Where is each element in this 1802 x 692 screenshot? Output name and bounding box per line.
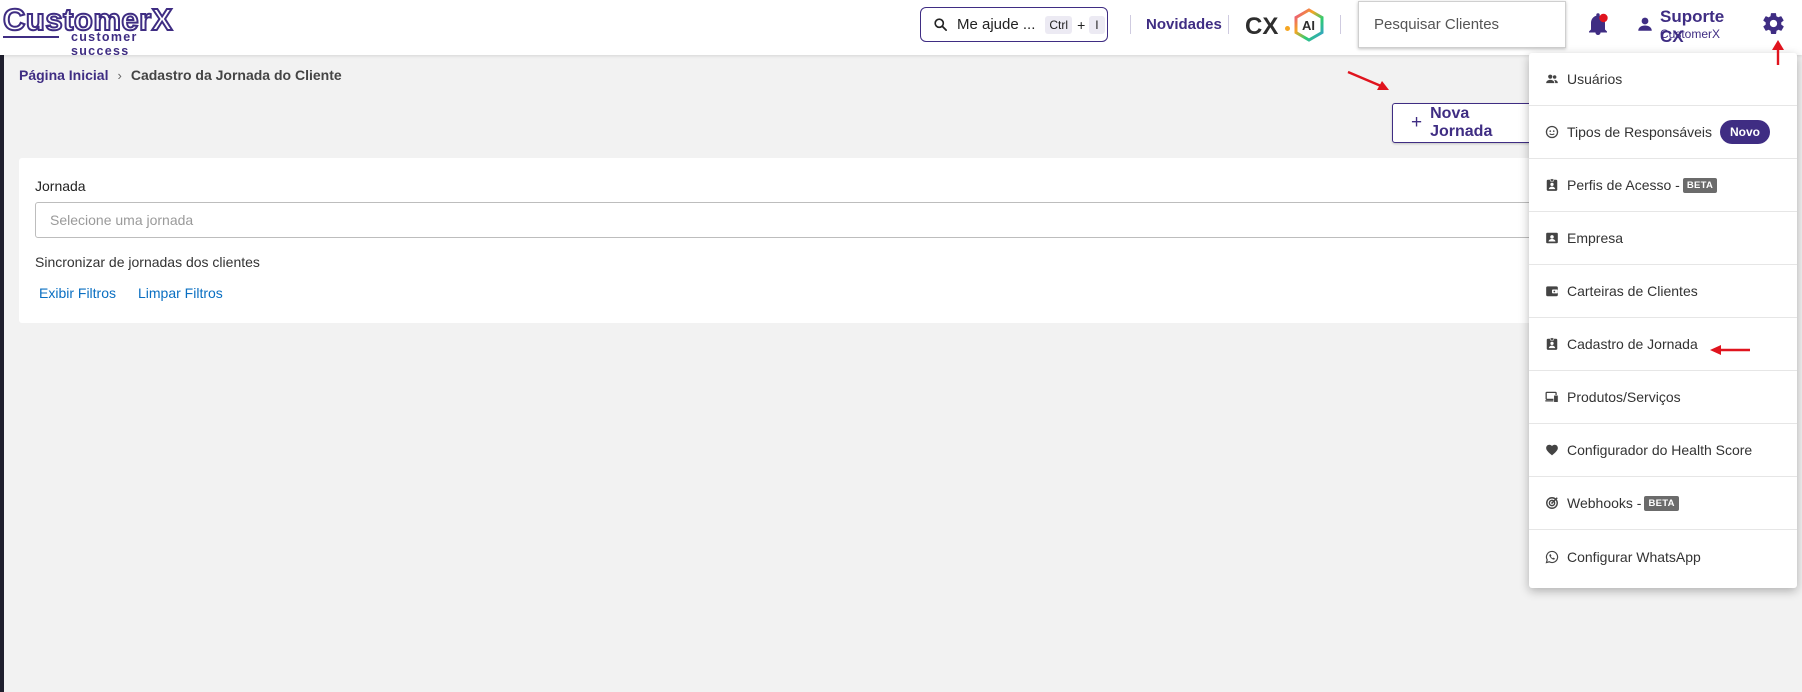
novidades-link[interactable]: Novidades (1146, 16, 1222, 33)
left-edge-rail (0, 55, 4, 692)
menu-item-health-score[interactable]: Configurador do Health Score (1529, 424, 1797, 477)
shortcut-ctrl: Ctrl (1045, 15, 1073, 34)
plus-icon: + (1411, 112, 1423, 133)
wallet-icon (1545, 284, 1559, 298)
menu-item-label: Configurar WhatsApp (1567, 548, 1701, 565)
cx-text: CX (1245, 13, 1279, 40)
user-menu[interactable]: Suporte CX CustomerX (1634, 7, 1744, 46)
menu-item-label: Tipos de Responsáveis (1567, 124, 1713, 140)
beta-badge: BETA (1644, 495, 1679, 511)
menu-item-label: Webhooks - (1567, 495, 1642, 511)
search-icon (934, 18, 947, 31)
jornada-filter-card: Jornada Selecione uma jornada Sincroniza… (19, 158, 1545, 323)
breadcrumb: Página Inicial › Cadastro da Jornada do … (19, 67, 342, 83)
id-card-icon (1545, 231, 1559, 245)
jornada-select[interactable]: Selecione uma jornada (35, 202, 1545, 238)
menu-item-label: Cadastro de Jornada (1567, 336, 1698, 352)
users-icon (1545, 72, 1559, 86)
menu-item-whatsapp[interactable]: Configurar WhatsApp (1529, 530, 1797, 583)
menu-item-perfis-acesso[interactable]: Perfis de Acesso - BETA (1529, 159, 1797, 212)
whatsapp-icon (1545, 550, 1559, 564)
annotation-arrow-icon (1347, 70, 1389, 90)
menu-item-tipos-responsaveis[interactable]: Tipos de Responsáveis Novo (1529, 106, 1797, 159)
menu-item-label: Perfis de Acesso - (1567, 177, 1680, 193)
logo-underline (3, 36, 59, 38)
top-header: CustomerX customer success Me ajude ... … (0, 0, 1802, 58)
nova-jornada-label: Nova Jornada (1430, 105, 1493, 140)
menu-item-label: Configurador do Health Score (1567, 442, 1753, 458)
help-label: Me ajude ... (957, 16, 1036, 33)
settings-button[interactable] (1761, 11, 1786, 36)
cx-dot (1285, 26, 1290, 31)
breadcrumb-current: Cadastro da Jornada do Cliente (130, 67, 342, 83)
devices-icon (1545, 390, 1559, 404)
bell-icon (1589, 13, 1608, 35)
annotation-arrow-icon (1710, 345, 1750, 355)
gear-icon (1763, 13, 1784, 34)
help-search-button[interactable]: Me ajude ... Ctrl + I (920, 7, 1108, 42)
search-clients-input[interactable]: Pesquisar Clientes (1358, 1, 1566, 48)
face-icon (1545, 125, 1559, 139)
header-divider (1130, 15, 1131, 34)
header-divider (1228, 15, 1229, 34)
new-badge: Novo (1720, 120, 1771, 144)
beta-badge: BETA (1682, 177, 1718, 193)
menu-item-label: Produtos/Serviços (1567, 389, 1681, 405)
menu-item-carteiras-clientes[interactable]: Carteiras de Clientes (1529, 265, 1797, 318)
clear-filters-link[interactable]: Limpar Filtros (138, 285, 223, 301)
menu-item-empresa[interactable]: Empresa (1529, 212, 1797, 265)
menu-item-cadastro-jornada[interactable]: Cadastro de Jornada (1529, 318, 1797, 371)
shortcut-plus: + (1077, 16, 1086, 33)
heart-icon (1545, 443, 1559, 457)
sync-journeys-text: Sincronizar de jornadas dos clientes (35, 254, 260, 270)
cx-ai-logo[interactable]: CX AI (1245, 5, 1325, 45)
header-divider (1340, 15, 1341, 34)
menu-item-label: Usuários (1567, 71, 1623, 87)
badge-icon (1545, 337, 1559, 351)
webhook-icon (1545, 496, 1559, 510)
jornada-label: Jornada (35, 178, 86, 194)
customerx-logo[interactable]: CustomerX customer success (2, 3, 185, 58)
notifications-bell[interactable] (1586, 12, 1610, 38)
breadcrumb-separator: › (117, 67, 122, 83)
logo-subtitle: customer success (71, 30, 138, 58)
ai-text: AI (1302, 18, 1315, 33)
settings-dropdown-menu: Usuários Tipos de Responsáveis Novo Perf… (1529, 53, 1797, 588)
menu-item-label: Empresa (1567, 230, 1624, 246)
menu-item-label: Carteiras de Clientes (1567, 283, 1698, 299)
menu-item-produtos-servicos[interactable]: Produtos/Serviços (1529, 371, 1797, 424)
badge-icon (1545, 178, 1559, 192)
show-filters-link[interactable]: Exibir Filtros (39, 285, 116, 301)
menu-item-webhooks[interactable]: Webhooks - BETA (1529, 477, 1797, 530)
shortcut-i: I (1089, 15, 1105, 34)
nova-jornada-button[interactable]: + Nova Jornada (1392, 103, 1532, 143)
user-company: CustomerX (1660, 27, 1721, 41)
person-icon (1638, 17, 1652, 31)
menu-item-usuarios[interactable]: Usuários (1529, 53, 1797, 106)
annotation-arrow-icon (1772, 40, 1784, 65)
breadcrumb-home-link[interactable]: Página Inicial (19, 67, 108, 83)
